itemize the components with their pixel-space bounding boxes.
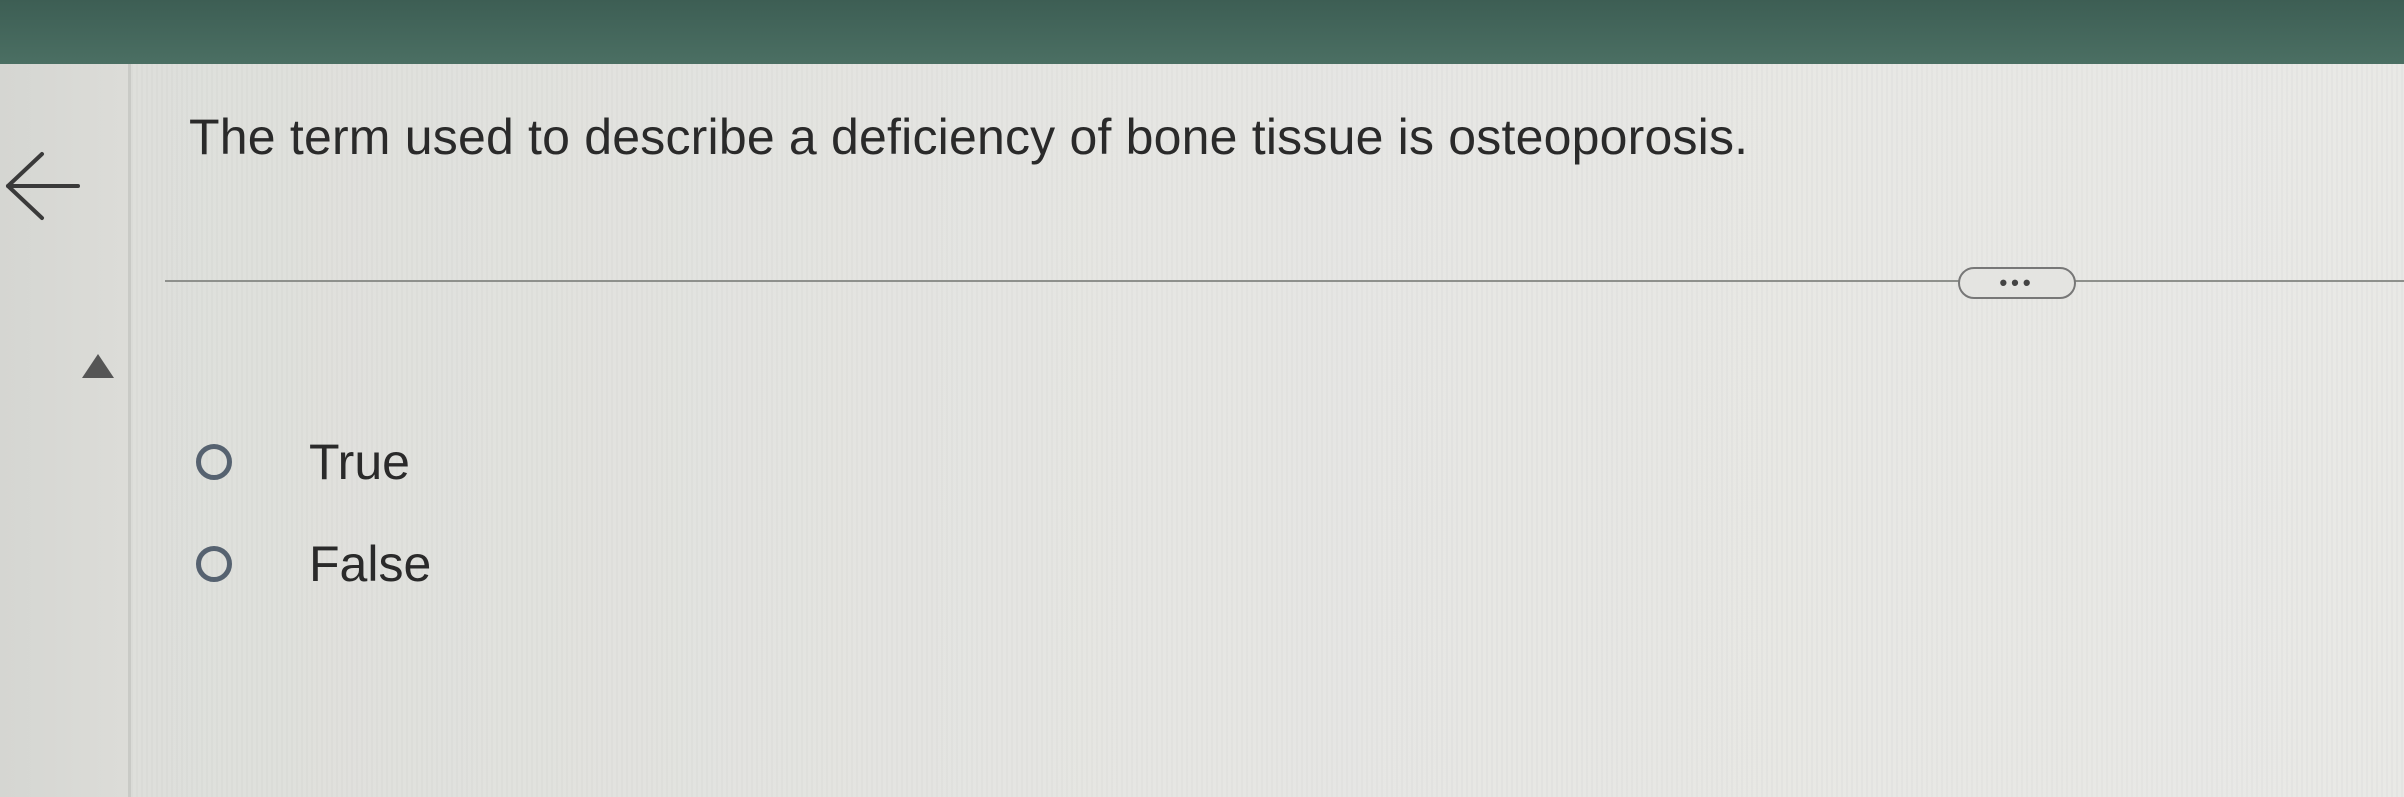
option-true[interactable]: True (196, 432, 410, 492)
arrow-left-icon (6, 152, 80, 220)
top-bar (0, 0, 2404, 64)
radio-false[interactable] (196, 546, 232, 582)
option-true-label: True (309, 434, 410, 490)
radio-true[interactable] (196, 444, 232, 480)
option-false[interactable]: False (196, 534, 431, 594)
question-text: The term used to describe a deficiency o… (189, 109, 1749, 165)
question-panel (131, 64, 2404, 797)
triangle-up-icon (82, 354, 114, 378)
more-options-button[interactable]: ••• (1958, 267, 2076, 299)
collapse-button[interactable] (80, 352, 116, 380)
back-button[interactable] (4, 150, 82, 222)
option-false-label: False (309, 536, 432, 592)
